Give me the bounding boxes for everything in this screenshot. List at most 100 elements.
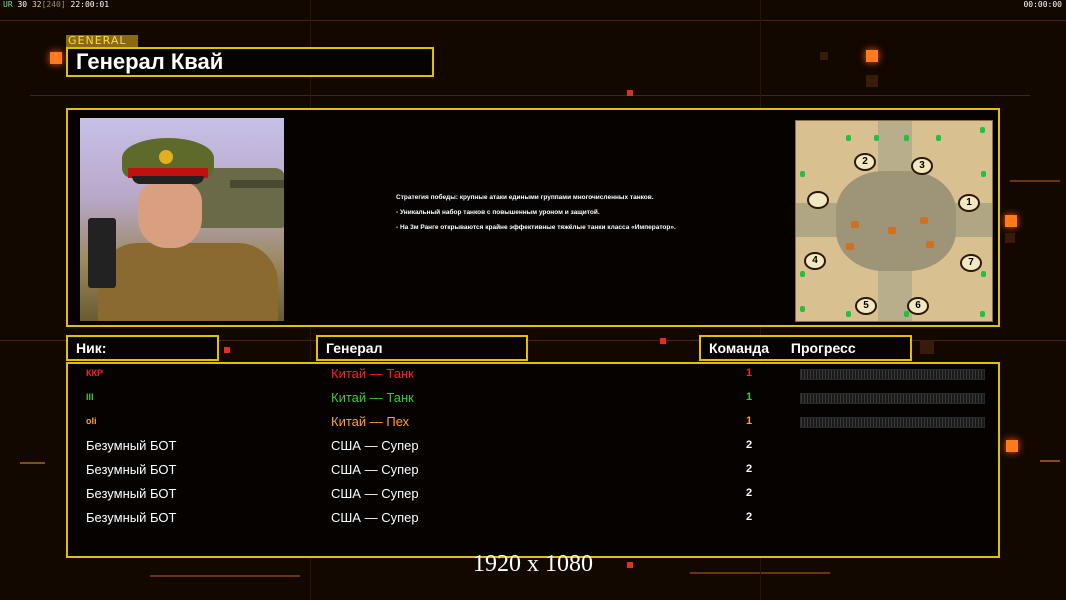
column-header-general: Генерал	[316, 335, 528, 361]
player-nick: Безумный БОТ	[86, 438, 177, 453]
deco-square	[1005, 233, 1015, 243]
page-title: Генерал Квай	[66, 47, 434, 77]
tree-icon	[800, 306, 805, 312]
start-position[interactable]: 5	[855, 297, 877, 315]
tree-icon	[846, 135, 851, 141]
general-description: Стратегия победы: крупные атаки едиными …	[396, 194, 716, 239]
map-preview[interactable]: 2 3 1 4 7 5 6	[795, 120, 993, 322]
start-position[interactable]: 4	[804, 252, 826, 270]
general-tag: GENERAL	[66, 35, 138, 47]
player-general[interactable]: Китай — Танк	[331, 366, 414, 381]
deco-square	[1006, 440, 1018, 452]
bg-line	[1010, 180, 1060, 182]
player-nick: ККР	[86, 368, 103, 378]
bg-line	[0, 20, 1066, 21]
deco-square	[224, 347, 230, 353]
player-team[interactable]: 2	[746, 439, 752, 451]
tree-icon	[980, 311, 985, 317]
loading-progress-bar	[800, 417, 985, 428]
player-general[interactable]: США — Супер	[331, 462, 419, 477]
player-team[interactable]: 1	[746, 391, 752, 403]
deco-square	[660, 338, 666, 344]
deco-square	[866, 75, 878, 87]
player-nick: Безумный БОТ	[86, 462, 177, 477]
loading-progress-bar	[800, 369, 985, 380]
resolution-label: 1920 x 1080	[473, 551, 593, 577]
player-team[interactable]: 2	[746, 463, 752, 475]
start-position[interactable]: 7	[960, 254, 982, 272]
deco-square	[50, 52, 62, 64]
player-team[interactable]: 2	[746, 511, 752, 523]
hud-game-timer: 00:00:00	[1023, 0, 1062, 9]
player-general[interactable]: США — Супер	[331, 438, 419, 453]
tree-icon	[874, 135, 879, 141]
deco-square	[627, 90, 633, 96]
start-position[interactable]: 6	[907, 297, 929, 315]
player-row[interactable]: oli Китай — Пех 1	[68, 414, 998, 432]
portrait-face	[138, 182, 202, 248]
player-row[interactable]: lll Китай — Танк 1	[68, 390, 998, 408]
loading-progress-bar	[800, 393, 985, 404]
deco-square	[820, 52, 828, 60]
tree-icon	[936, 135, 941, 141]
start-position[interactable]: 3	[911, 157, 933, 175]
start-position[interactable]: 1	[958, 194, 980, 212]
player-row[interactable]: Безумный БОТ США — Супер 2	[68, 438, 998, 456]
tree-icon	[800, 171, 805, 177]
portrait-tank-barrel	[230, 180, 284, 188]
general-portrait	[80, 118, 284, 321]
start-position[interactable]: 2	[854, 153, 876, 171]
player-nick: Безумный БОТ	[86, 486, 177, 501]
oil-derrick-icon	[920, 217, 928, 224]
bg-line	[20, 462, 45, 464]
player-team[interactable]: 1	[746, 367, 752, 379]
column-header-team: Команда	[709, 340, 769, 356]
player-general[interactable]: Китай — Танк	[331, 390, 414, 405]
hud-stats: UR 30 32[240] 22:00:01	[3, 0, 109, 9]
general-info-panel: Стратегия победы: крупные атаки едиными …	[66, 108, 1000, 327]
oil-derrick-icon	[846, 243, 854, 250]
description-line: - На 3м Ранге открываются крайне эффекти…	[396, 224, 676, 231]
oil-derrick-icon	[888, 227, 896, 234]
deco-square	[1005, 215, 1017, 227]
column-header-team-progress: Команда Прогресс	[699, 335, 912, 361]
player-row[interactable]: Безумный БОТ США — Супер 2	[68, 462, 998, 480]
bg-line	[30, 95, 1030, 96]
hud-value: 32	[31, 0, 42, 9]
portrait-cap-visor	[132, 176, 204, 184]
tree-icon	[904, 311, 909, 317]
player-row[interactable]: ККР Китай — Танк 1	[68, 366, 998, 384]
description-line: - Уникальный набор танков с повышенным у…	[396, 209, 600, 216]
deco-square	[920, 340, 934, 354]
tree-icon	[904, 135, 909, 141]
player-team[interactable]: 2	[746, 487, 752, 499]
player-general[interactable]: США — Супер	[331, 510, 419, 525]
player-nick: lll	[86, 392, 94, 402]
portrait-pistol	[88, 218, 116, 288]
hud-time: 22:00:01	[70, 0, 110, 9]
tree-icon	[800, 271, 805, 277]
deco-square	[866, 50, 878, 62]
column-header-progress: Прогресс	[790, 340, 856, 356]
tree-icon	[846, 311, 851, 317]
tree-icon	[980, 127, 985, 133]
hud-fps: 30	[17, 0, 28, 9]
tree-icon	[981, 171, 986, 177]
start-position-empty[interactable]	[807, 191, 829, 209]
column-header-nick: Ник:	[66, 335, 219, 361]
portrait-star-badge	[159, 150, 173, 164]
tree-icon	[981, 271, 986, 277]
portrait-uniform	[98, 243, 278, 321]
players-table: ККР Китай — Танк 1 lll Китай — Танк 1 oli Китай…	[66, 362, 1000, 558]
player-row[interactable]: Безумный БОТ США — Супер 2	[68, 510, 998, 528]
player-general[interactable]: США — Супер	[331, 486, 419, 501]
hud-bracket: [240]	[41, 0, 66, 9]
player-team[interactable]: 1	[746, 415, 752, 427]
player-row[interactable]: Безумный БОТ США — Супер 2	[68, 486, 998, 504]
player-nick: Безумный БОТ	[86, 510, 177, 525]
player-nick: oli	[86, 416, 97, 426]
oil-derrick-icon	[926, 241, 934, 248]
bg-line	[1040, 460, 1060, 462]
description-line: Стратегия победы: крупные атаки едиными …	[396, 194, 654, 201]
player-general[interactable]: Китай — Пех	[331, 414, 409, 429]
